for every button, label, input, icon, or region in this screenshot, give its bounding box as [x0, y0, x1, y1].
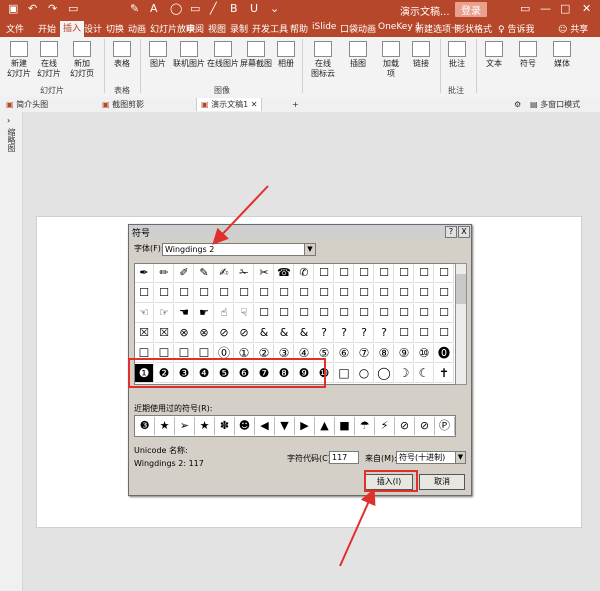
- arrow-to-insert: [339, 488, 376, 567]
- arrow-to-font: [212, 185, 269, 245]
- annotation-arrows: [212, 185, 376, 567]
